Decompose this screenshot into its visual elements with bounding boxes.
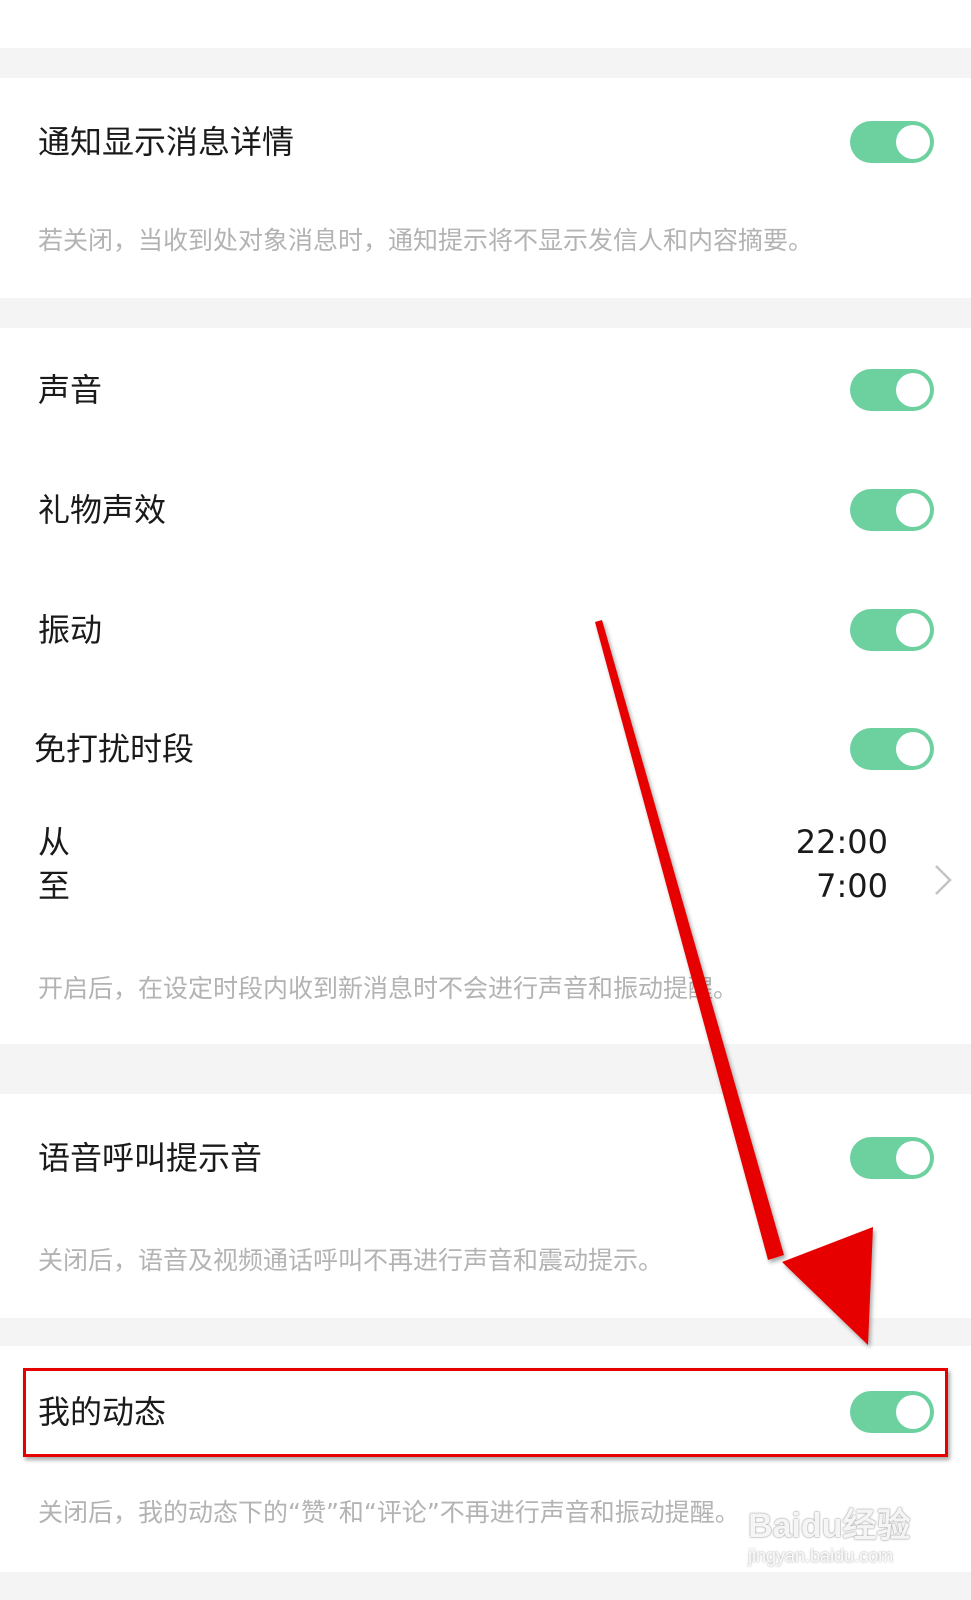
toggle-knob [896, 732, 930, 766]
dnd-to-label: 至 [38, 867, 71, 905]
notify-details-toggle[interactable] [850, 121, 934, 163]
toggle-knob [896, 1395, 930, 1429]
my-moments-label: 我的动态 [38, 1393, 167, 1431]
notify-details-description: 若关闭，当收到处对象消息时，通知提示将不显示发信人和内容摘要。 [38, 226, 814, 255]
gift-sound-toggle[interactable] [850, 489, 934, 531]
dnd-toggle[interactable] [850, 728, 934, 770]
voice-call-toggle[interactable] [850, 1137, 934, 1179]
section-voice-call: 语音呼叫提示音 关闭后，语音及视频通话呼叫不再进行声音和震动提示。 [0, 1094, 971, 1318]
section-sound: 声音 礼物声效 振动 免打扰时段 从 22:00 至 7:00 开启后，在设定时… [0, 328, 971, 1044]
vibration-label: 振动 [38, 611, 103, 649]
dnd-from-time: 22:00 [795, 823, 888, 861]
toggle-knob [896, 613, 930, 647]
chevron-right-icon[interactable] [930, 862, 956, 898]
section-my-moments: 我的动态 关闭后，我的动态下的“赞”和“评论”不再进行声音和振动提醒。 [0, 1346, 971, 1572]
my-moments-toggle[interactable] [850, 1391, 934, 1433]
toggle-knob [896, 493, 930, 527]
dnd-description: 开启后，在设定时段内收到新消息时不会进行声音和振动提醒。 [38, 974, 739, 1003]
my-moments-description: 关闭后，我的动态下的“赞”和“评论”不再进行声音和振动提醒。 [38, 1498, 740, 1527]
toggle-knob [896, 373, 930, 407]
voice-call-label: 语音呼叫提示音 [38, 1139, 263, 1177]
gift-sound-label: 礼物声效 [38, 491, 167, 529]
section-notify-details: 通知显示消息详情 若关闭，当收到处对象消息时，通知提示将不显示发信人和内容摘要。 [0, 78, 971, 298]
dnd-label: 免打扰时段 [34, 730, 195, 768]
vibration-toggle[interactable] [850, 609, 934, 651]
sound-label: 声音 [38, 371, 103, 409]
sound-toggle[interactable] [850, 369, 934, 411]
toggle-knob [896, 1141, 930, 1175]
top-strip [0, 0, 971, 48]
dnd-to-time: 7:00 [816, 867, 888, 905]
notify-details-label: 通知显示消息详情 [38, 123, 295, 161]
voice-call-description: 关闭后，语音及视频通话呼叫不再进行声音和震动提示。 [38, 1246, 664, 1275]
dnd-from-label: 从 [38, 823, 71, 861]
toggle-knob [896, 125, 930, 159]
